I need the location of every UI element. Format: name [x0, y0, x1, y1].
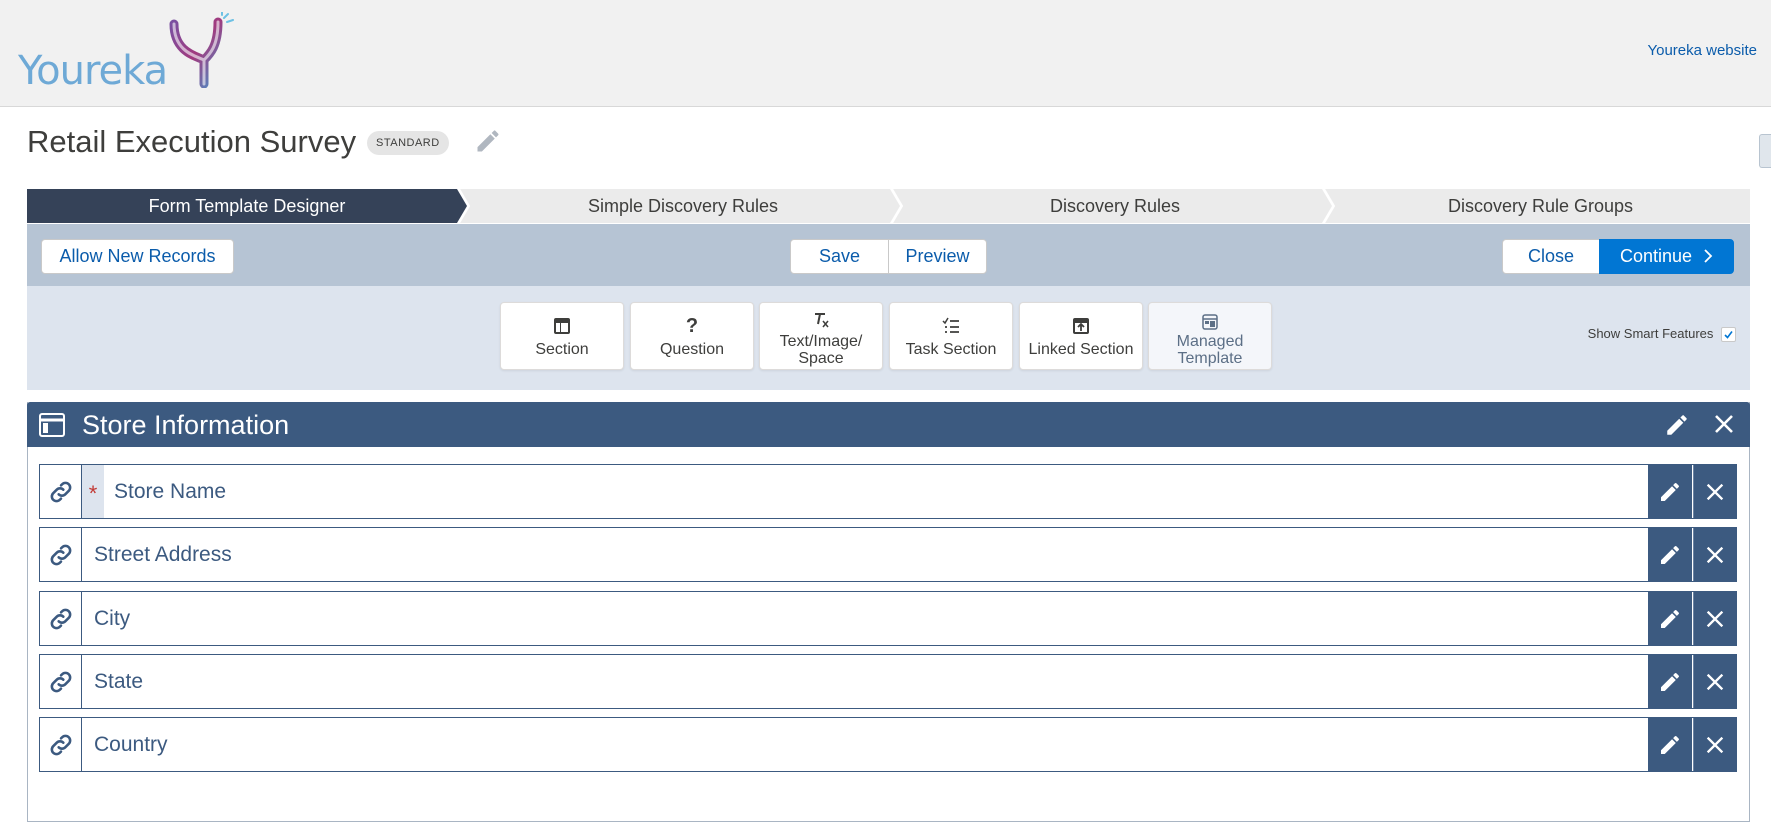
field-label: Street Address [94, 543, 232, 566]
delete-field-icon[interactable] [1693, 655, 1736, 708]
logo-y-mark-icon [169, 12, 234, 88]
youreka-website-link[interactable]: Youreka website [1647, 42, 1757, 59]
required-indicator: * [82, 465, 104, 518]
close-button[interactable]: Close [1502, 239, 1600, 274]
save-button[interactable]: Save [790, 239, 889, 274]
show-smart-features: Show Smart Features [1588, 326, 1736, 342]
section-header: Store Information [27, 402, 1750, 447]
link-icon[interactable] [40, 592, 82, 645]
page-title: Retail Execution Survey [27, 124, 357, 159]
link-icon[interactable] [40, 528, 82, 581]
progress-path: Form Template Designer Simple Discovery … [27, 189, 1750, 223]
edit-field-icon[interactable] [1648, 592, 1692, 645]
palette-task-section[interactable]: Task Section [889, 302, 1013, 370]
youreka-logo[interactable]: Youreka [18, 12, 238, 94]
chevron-right-icon [1703, 241, 1713, 274]
edit-field-icon[interactable] [1648, 465, 1692, 518]
path-step-discovery-rules[interactable]: Discovery Rules [899, 189, 1331, 223]
field-label: State [94, 670, 144, 693]
palette-section[interactable]: Section [500, 302, 624, 370]
question-icon: ? [685, 314, 699, 337]
edit-field-icon[interactable] [1648, 655, 1692, 708]
edit-title-icon[interactable] [474, 127, 502, 155]
side-panel-toggle[interactable] [1759, 134, 1771, 168]
component-palette: Section ? Question Text/Image/ Space Tas… [27, 286, 1750, 390]
field-row[interactable]: * Store Name [39, 464, 1737, 519]
field-row[interactable]: State [39, 654, 1737, 709]
field-row[interactable]: Street Address [39, 527, 1737, 582]
field-label: Country [94, 733, 168, 756]
field-label: City [94, 607, 131, 630]
palette-text-image-space[interactable]: Text/Image/ Space [759, 302, 883, 370]
template-icon [1149, 313, 1271, 331]
section-icon [39, 413, 65, 442]
palette-linked-section[interactable]: Linked Section [1019, 302, 1143, 370]
palette-question[interactable]: ? Question [630, 302, 754, 370]
text-format-icon [760, 311, 882, 329]
show-smart-features-checkbox[interactable] [1721, 327, 1736, 342]
linked-section-icon [1020, 317, 1142, 335]
template-type-badge: STANDARD [367, 131, 449, 155]
link-icon[interactable] [40, 465, 82, 518]
allow-new-records-button[interactable]: Allow New Records [41, 239, 234, 274]
field-row[interactable]: City [39, 591, 1737, 646]
field-label: Store Name [114, 480, 227, 503]
delete-field-icon[interactable] [1693, 718, 1736, 771]
section-icon [501, 317, 623, 335]
designer-toolbar: Allow New Records Save Preview Close Con… [27, 224, 1750, 286]
logo-text: Youreka [18, 48, 168, 94]
delete-field-icon[interactable] [1693, 528, 1736, 581]
task-list-icon [890, 317, 1012, 335]
palette-managed-template[interactable]: Managed Template [1148, 302, 1272, 370]
continue-button[interactable]: Continue [1599, 239, 1734, 274]
field-row[interactable]: Country [39, 717, 1737, 772]
checkmark-icon [1724, 331, 1733, 339]
section-title: Store Information [82, 410, 290, 440]
link-icon[interactable] [40, 655, 82, 708]
app-header: Youreka Youreka website [0, 0, 1771, 107]
path-step-simple-discovery-rules[interactable]: Simple Discovery Rules [467, 189, 899, 223]
show-smart-features-label: Show Smart Features [1587, 326, 1714, 341]
delete-field-icon[interactable] [1693, 465, 1736, 518]
edit-field-icon[interactable] [1648, 718, 1692, 771]
link-icon[interactable] [40, 718, 82, 771]
path-step-discovery-rule-groups[interactable]: Discovery Rule Groups [1331, 189, 1750, 223]
delete-section-icon[interactable] [1712, 412, 1736, 441]
edit-field-icon[interactable] [1648, 528, 1692, 581]
preview-button[interactable]: Preview [888, 239, 987, 274]
path-step-form-template-designer[interactable]: Form Template Designer [27, 189, 467, 223]
delete-field-icon[interactable] [1693, 592, 1736, 645]
edit-section-icon[interactable] [1664, 412, 1690, 443]
